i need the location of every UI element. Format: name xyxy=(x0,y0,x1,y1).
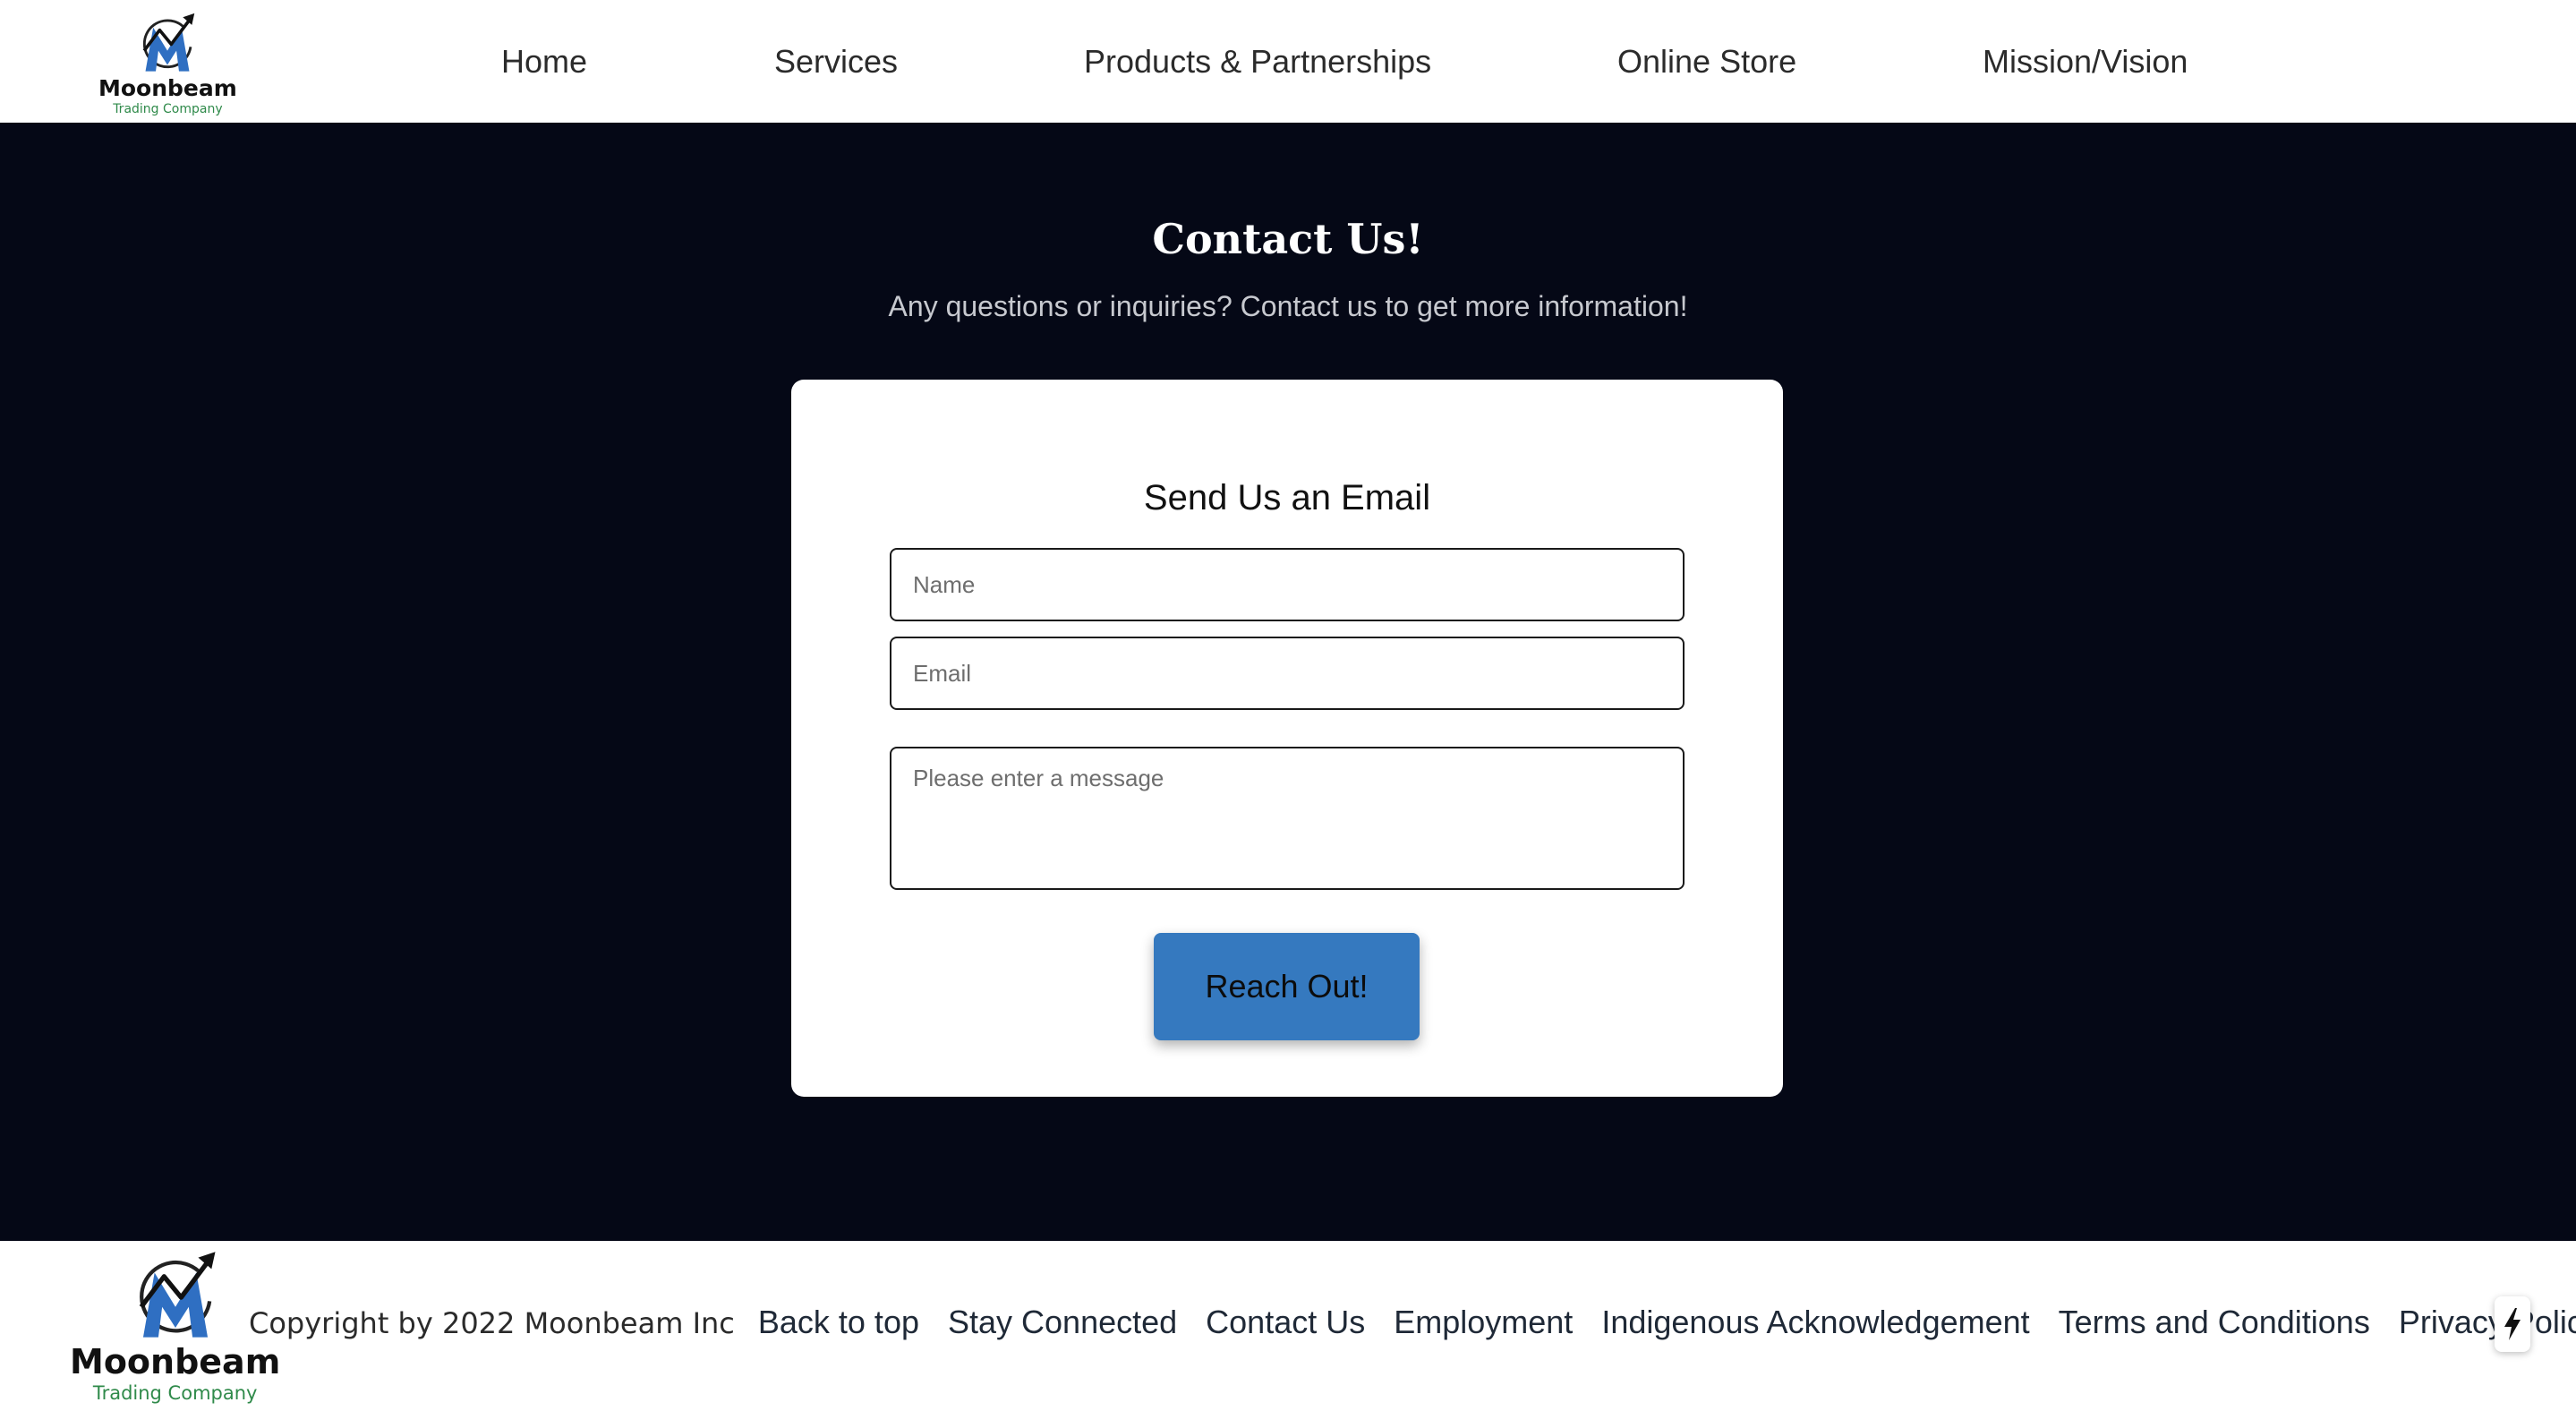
footer-link-back-to-top[interactable]: Back to top xyxy=(758,1304,919,1341)
email-input[interactable] xyxy=(890,637,1685,710)
name-input[interactable] xyxy=(890,548,1685,621)
nav-products-partnerships[interactable]: Products & Partnerships xyxy=(1084,0,1431,123)
footer-link-indigenous-acknowledgement[interactable]: Indigenous Acknowledgement xyxy=(1601,1304,2029,1341)
footer-link-terms-and-conditions[interactable]: Terms and Conditions xyxy=(2059,1304,2370,1341)
footer-link-stay-connected[interactable]: Stay Connected xyxy=(948,1304,1177,1341)
header-logo[interactable]: Moonbeam Trading Company xyxy=(98,11,237,115)
lightning-bolt-icon xyxy=(2504,1308,2521,1340)
moonbeam-logo-icon xyxy=(143,13,195,72)
site-header: Moonbeam Trading Company Home Services P… xyxy=(0,0,2576,123)
footer-link-employment[interactable]: Employment xyxy=(1394,1304,1573,1341)
page-subtitle: Any questions or inquiries? Contact us t… xyxy=(888,290,1688,322)
logo-brand: Moonbeam xyxy=(98,75,237,101)
nav-services[interactable]: Services xyxy=(774,0,898,123)
site-footer: Moonbeam Trading Company Copyright by 20… xyxy=(0,1241,2576,1411)
nav-home[interactable]: Home xyxy=(501,0,587,123)
nav-online-store[interactable]: Online Store xyxy=(1617,0,1796,123)
moonbeam-logo-icon xyxy=(139,1252,216,1338)
form-title: Send Us an Email xyxy=(1143,478,1431,517)
page-title: Contact Us! xyxy=(1152,215,1424,263)
reach-out-button[interactable]: Reach Out! xyxy=(1154,933,1420,1040)
logo-tagline: Trading Company xyxy=(113,102,223,116)
footer-logo-brand: Moonbeam xyxy=(70,1342,281,1381)
footer-link-contact-us[interactable]: Contact Us xyxy=(1206,1304,1365,1341)
copyright-text: Copyright by 2022 Moonbeam Inc xyxy=(249,1306,735,1340)
nav-mission-vision[interactable]: Mission/Vision xyxy=(1983,0,2188,123)
contact-form-card: Send Us an Email Reach Out! xyxy=(791,380,1783,1097)
lightning-badge[interactable] xyxy=(2495,1296,2530,1352)
footer-links-row: Copyright by 2022 Moonbeam Inc Back to t… xyxy=(249,1304,2576,1341)
footer-link-privacy-policy[interactable]: Privacy Policy xyxy=(2399,1304,2576,1341)
message-textarea[interactable] xyxy=(890,747,1685,890)
footer-logo-tagline: Trading Company xyxy=(92,1382,258,1404)
